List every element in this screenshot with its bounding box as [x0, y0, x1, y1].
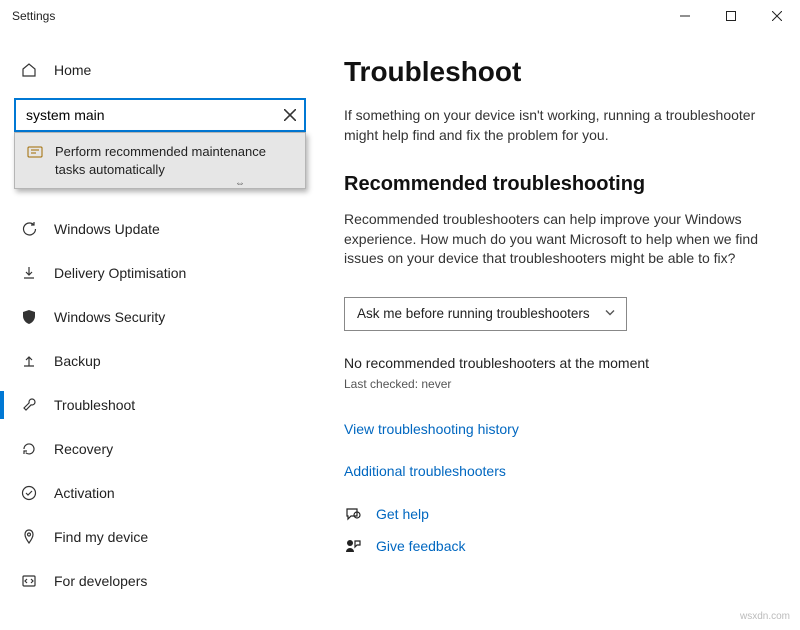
- search-input[interactable]: [14, 98, 306, 132]
- sidebar-item-label: Troubleshoot: [54, 397, 135, 413]
- main-panel: Troubleshoot If something on your device…: [320, 32, 800, 630]
- give-feedback-row[interactable]: Give feedback: [344, 537, 776, 555]
- search-wrap: [14, 98, 306, 132]
- delivery-icon: [20, 264, 38, 282]
- sidebar-item-for-developers[interactable]: For developers: [0, 559, 320, 603]
- backup-icon: [20, 352, 38, 370]
- sidebar-item-label: Delivery Optimisation: [54, 265, 186, 281]
- maximize-button[interactable]: [708, 0, 754, 32]
- help-chat-icon: [344, 505, 362, 523]
- sidebar-item-label: Windows Security: [54, 309, 165, 325]
- home-nav[interactable]: Home: [0, 50, 320, 90]
- search-suggestion[interactable]: Perform recommended maintenance tasks au…: [14, 132, 306, 189]
- sidebar-item-windows-security[interactable]: Windows Security: [0, 295, 320, 339]
- clear-search-icon[interactable]: [280, 105, 300, 125]
- title-bar: Settings: [0, 0, 800, 32]
- sidebar-item-backup[interactable]: Backup: [0, 339, 320, 383]
- sidebar-item-delivery-optimisation[interactable]: Delivery Optimisation: [0, 251, 320, 295]
- code-icon: [20, 572, 38, 590]
- maintenance-icon: [27, 144, 43, 160]
- check-circle-icon: [20, 484, 38, 502]
- link-troubleshooting-history[interactable]: View troubleshooting history: [344, 421, 776, 437]
- recovery-icon: [20, 440, 38, 458]
- chevron-down-icon: [604, 306, 616, 321]
- sidebar: Home Perform recommended maintenance tas…: [0, 32, 320, 630]
- home-icon: [20, 61, 38, 79]
- recommended-body: Recommended troubleshooters can help imp…: [344, 210, 774, 269]
- shield-icon: [20, 308, 38, 326]
- sidebar-item-windows-update[interactable]: Windows Update: [0, 207, 320, 251]
- sidebar-item-activation[interactable]: Activation: [0, 471, 320, 515]
- feedback-icon: [344, 537, 362, 555]
- sidebar-item-label: Find my device: [54, 529, 148, 545]
- troubleshoot-preference-dropdown[interactable]: Ask me before running troubleshooters: [344, 297, 627, 331]
- link-additional-troubleshooters[interactable]: Additional troubleshooters: [344, 463, 776, 479]
- sync-icon: [20, 220, 38, 238]
- page-title: Troubleshoot: [344, 56, 776, 88]
- get-help-label: Get help: [376, 506, 429, 522]
- sidebar-item-find-my-device[interactable]: Find my device: [0, 515, 320, 559]
- sidebar-item-label: Windows Update: [54, 221, 160, 237]
- sidebar-item-label: For developers: [54, 573, 147, 589]
- close-button[interactable]: [754, 0, 800, 32]
- wrench-icon: [20, 396, 38, 414]
- sidebar-item-troubleshoot[interactable]: Troubleshoot: [0, 383, 320, 427]
- sidebar-item-recovery[interactable]: Recovery: [0, 427, 320, 471]
- watermark: wsxdn.com: [740, 611, 790, 622]
- sidebar-item-label: Activation: [54, 485, 115, 501]
- minimize-button[interactable]: [662, 0, 708, 32]
- window-controls: [662, 0, 800, 32]
- suggestion-text: Perform recommended maintenance tasks au…: [55, 143, 293, 178]
- give-feedback-label: Give feedback: [376, 538, 466, 554]
- location-icon: [20, 528, 38, 546]
- sidebar-item-label: Recovery: [54, 441, 113, 457]
- get-help-row[interactable]: Get help: [344, 505, 776, 523]
- last-checked-text: Last checked: never: [344, 377, 776, 391]
- section-recommended-heading: Recommended troubleshooting: [344, 173, 776, 196]
- nav-list: Windows Update Delivery Optimisation Win…: [0, 207, 320, 603]
- resize-handle-icon[interactable]: ⇔: [235, 177, 245, 191]
- home-label: Home: [54, 62, 91, 78]
- sidebar-item-label: Backup: [54, 353, 101, 369]
- intro-text: If something on your device isn't workin…: [344, 106, 774, 145]
- window-title: Settings: [12, 9, 55, 23]
- dropdown-value: Ask me before running troubleshooters: [357, 306, 590, 321]
- no-recommended-text: No recommended troubleshooters at the mo…: [344, 355, 776, 371]
